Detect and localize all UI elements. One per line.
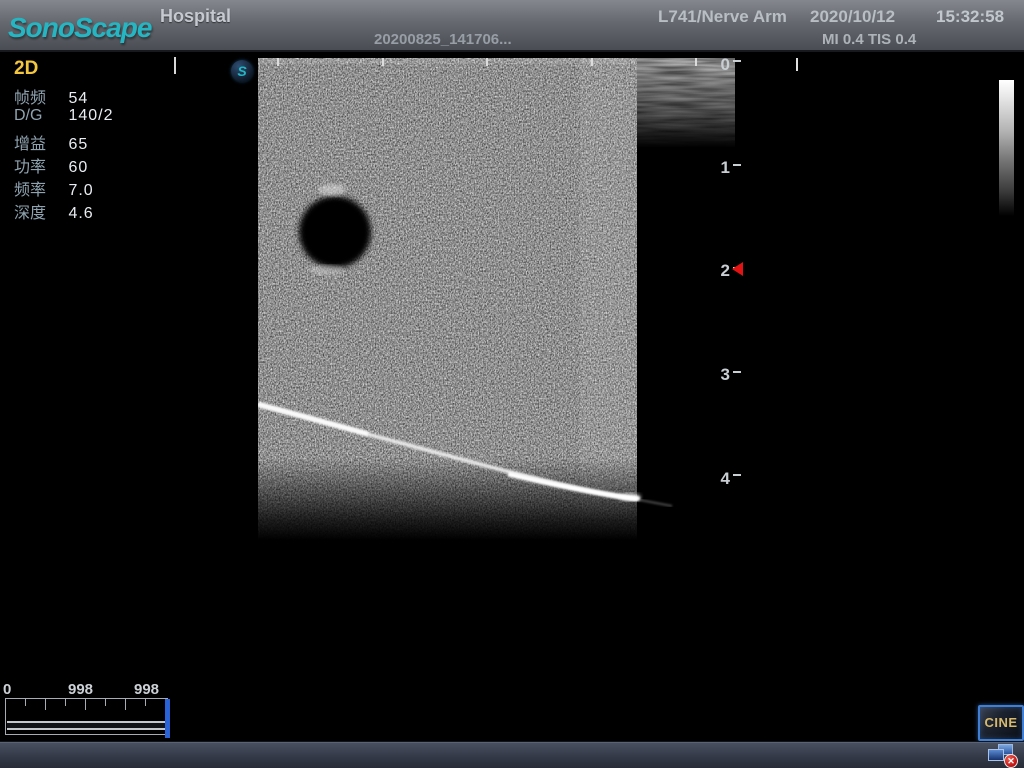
depth-ruler-tick	[733, 164, 741, 166]
param-row-frequency: 频率 7.0	[14, 176, 244, 199]
param-label: 频率	[14, 176, 64, 200]
network-status-icon[interactable]: ✕	[988, 744, 1018, 767]
ultrasound-image	[258, 58, 735, 540]
depth-ruler-label: 2	[710, 261, 730, 281]
probe-orientation-icon: S	[231, 60, 253, 82]
ultrasound-screen: SonoScape Hospital 20200825_141706... L7…	[0, 0, 1024, 768]
param-label: 功率	[14, 153, 64, 177]
cine-slider-track[interactable]	[7, 721, 165, 730]
depth-ruler-label: 1	[710, 158, 730, 178]
param-label: 帧频	[14, 84, 64, 108]
imaging-mode-label: 2D	[14, 58, 38, 80]
system-date: 2020/10/12	[810, 7, 895, 27]
cine-tick	[105, 699, 106, 706]
param-value: 140/2	[68, 107, 113, 124]
param-value: 60	[68, 159, 88, 176]
marker-tick	[796, 58, 798, 71]
acoustic-indices: MI 0.4 TIS 0.4	[822, 31, 916, 48]
param-row-depth: 深度 4.6	[14, 199, 244, 222]
ultrasound-speckle-render	[258, 58, 735, 540]
cine-button[interactable]: CINE	[978, 705, 1024, 741]
param-label: 深度	[14, 199, 64, 223]
cine-current-label: 998	[68, 681, 93, 698]
param-row-power: 功率 60	[14, 153, 244, 176]
top-status-bar: SonoScape Hospital 20200825_141706... L7…	[0, 0, 1024, 52]
sonoscape-logo: SonoScape	[8, 12, 151, 44]
focus-marker-icon[interactable]	[732, 262, 743, 276]
depth-ruler-tick	[733, 60, 741, 62]
tgc-cursor-tick	[174, 57, 176, 74]
width-ruler-tick	[382, 58, 384, 66]
exam-id: 20200825_141706...	[374, 31, 512, 48]
cine-tick	[65, 699, 66, 706]
param-label: D/G	[14, 107, 64, 125]
param-row-gain: 增益 65	[14, 130, 244, 153]
depth-ruler-tick	[733, 371, 741, 373]
param-row-dynamic-range: D/G 140/2	[14, 107, 244, 130]
param-label: 增益	[14, 130, 64, 154]
cine-tick	[125, 699, 126, 710]
cine-start-label: 0	[3, 681, 11, 698]
param-row-frame-rate: 帧频 54	[14, 84, 244, 107]
param-value: 54	[68, 90, 88, 107]
network-disconnected-icon: ✕	[1004, 754, 1018, 768]
param-value: 7.0	[68, 182, 93, 199]
param-value: 65	[68, 136, 88, 153]
cine-tick	[25, 699, 26, 706]
width-ruler-tick	[591, 58, 593, 66]
probe-preset: L741/Nerve Arm	[658, 7, 787, 27]
width-ruler-tick	[486, 58, 488, 66]
depth-ruler-label: 3	[710, 365, 730, 385]
taskbar	[0, 741, 1024, 768]
cine-tick	[145, 699, 146, 706]
network-monitor-icon	[988, 749, 1004, 761]
depth-ruler-label: 0	[710, 55, 730, 75]
cine-tick	[85, 699, 86, 710]
depth-ruler-label: 4	[710, 469, 730, 489]
cine-position-marker[interactable]	[165, 699, 170, 738]
width-ruler-tick	[695, 58, 697, 66]
system-time: 15:32:58	[936, 7, 1004, 27]
cine-tick	[45, 699, 46, 710]
depth-ruler-tick	[733, 474, 741, 476]
grayscale-bar	[999, 80, 1014, 216]
cine-total-label: 998	[134, 681, 159, 698]
institution-name: Hospital	[160, 6, 231, 27]
width-ruler-tick	[277, 58, 279, 66]
param-value: 4.6	[68, 205, 93, 222]
